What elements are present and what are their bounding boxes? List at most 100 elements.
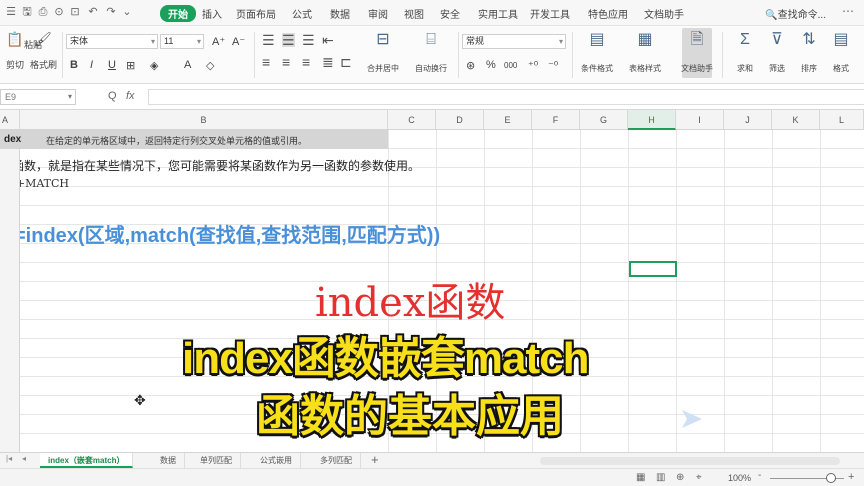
column-header[interactable]: B [20,110,388,130]
table-style-label: 表格样式 [629,64,661,73]
tab-page-layout[interactable]: 页面布局 [236,6,276,21]
format-painter-button[interactable]: 格式刷 [30,58,57,71]
move-cursor-icon: ✥ [134,392,146,408]
thousands-button[interactable]: 000 [504,61,517,70]
grow-font-icon[interactable]: A⁺ [212,35,225,48]
column-header[interactable]: J [724,110,772,130]
format-painter-icon[interactable]: 🖌 [34,32,52,46]
tab-doc-assistant[interactable]: 文档助手 [644,6,684,21]
format-button[interactable]: ▤ 格式 [826,30,856,74]
preview-icon[interactable]: ⊙ [52,5,66,19]
underline-button[interactable]: U [108,59,116,71]
percent-button[interactable]: % [486,59,496,71]
more-icon[interactable]: ⋯ [842,4,854,18]
merge-center-button[interactable]: ⊟ 合并居中 [367,30,399,74]
redo-icon[interactable]: ↷ [104,5,118,19]
sheet-tab-data[interactable]: 数据 [152,453,185,468]
align-left-indent-icon[interactable]: ⇤ [322,33,334,47]
italic-button[interactable]: I [90,59,93,71]
paste-icon[interactable]: 📋 [6,32,23,46]
font-size-select[interactable]: 11 ▾ [160,34,204,49]
sheet-tab-formula-nesting[interactable]: 公式嵌用 [252,453,301,468]
column-header[interactable]: F [532,110,580,130]
decimal-dec-icon[interactable]: ⁻⁰ [548,59,558,72]
cell-a3-text: EX+MATCH [20,177,70,190]
column-header[interactable]: D [436,110,484,130]
formula-input[interactable] [148,89,864,105]
tab-features[interactable]: 特色应用 [588,6,628,21]
tab-security[interactable]: 安全 [440,6,460,21]
align-top-icon[interactable]: ☰ [262,33,275,47]
table-style-button[interactable]: ▦ 表格样式 [629,30,661,74]
fx-icon[interactable]: fx [126,90,135,102]
column-header[interactable]: G [580,110,628,130]
column-header[interactable]: L [820,110,864,130]
doc-assistant-button[interactable]: 🗎 文档助手 [681,28,713,78]
column-header[interactable]: I [676,110,724,130]
command-search[interactable]: 🔍查找命令... [765,6,826,21]
conditional-format-button[interactable]: ▤ 条件格式 [581,30,613,74]
tab-data[interactable]: 数据 [330,6,350,21]
prev-sheet-icon[interactable]: ◂ [22,454,26,463]
align-left-icon[interactable]: ≡ [262,55,270,69]
selected-cell[interactable] [629,261,677,277]
fullscreen-icon[interactable]: ⌖ [696,472,702,483]
align-bottom-icon[interactable]: ☰ [302,33,315,47]
column-header-selected[interactable]: H [628,110,676,130]
justify-icon[interactable]: ≣ [322,55,334,69]
wrap-text-button[interactable]: ⌸ 自动换行 [415,30,447,74]
cell-a1[interactable]: dex [0,130,38,149]
column-header[interactable]: C [388,110,436,130]
align-middle-icon[interactable]: ☰ [282,33,295,47]
column-header-a[interactable]: A [2,115,8,125]
align-center-icon[interactable]: ≡ [282,55,290,69]
tab-home[interactable]: 开始 [160,5,196,22]
zoom-out-button[interactable]: - [758,470,761,481]
sheet-tab-single-match[interactable]: 单列匹配 [192,453,241,468]
tab-developer[interactable]: 开发工具 [530,6,570,21]
add-sheet-button[interactable]: + [371,453,379,467]
cell-grid[interactable]: 在给定的单元格区域中，返回特定行列交叉处单元格的值或引用。 套函数，就是指在某些… [20,130,864,452]
name-box[interactable]: E9 ▾ [0,89,76,105]
sheet-tab-index-match[interactable]: index（嵌套match） [40,453,134,468]
zoom-icon[interactable]: Q [108,90,117,102]
border-icon[interactable]: ⊞ [126,59,135,72]
tab-insert[interactable]: 插入 [202,6,222,21]
normal-view-icon[interactable]: ▦ [636,472,645,483]
zoom-in-button[interactable]: + [848,471,854,483]
tab-formula[interactable]: 公式 [292,6,312,21]
zoom-slider-handle[interactable] [826,473,836,483]
tab-review[interactable]: 审阅 [368,6,388,21]
page-break-icon[interactable]: ⊕ [676,472,684,483]
column-header[interactable]: E [484,110,532,130]
tab-view[interactable]: 视图 [404,6,424,21]
chevron-down-icon: ▾ [196,37,201,46]
clear-icon[interactable]: ◇ [206,59,214,72]
align-right-icon[interactable]: ≡ [302,55,310,69]
shrink-font-icon[interactable]: A⁻ [232,35,245,48]
page-layout-icon[interactable]: ▥ [656,472,665,483]
font-color-icon[interactable]: A [184,59,191,71]
number-format-select[interactable]: 常规 ▾ [462,34,566,49]
save-icon[interactable]: 🖫 [20,5,34,19]
search-label: 查找命令... [777,10,826,21]
fill-color-icon[interactable]: ◈ [150,59,158,72]
more-quick-access-icon[interactable]: ⌄ [120,5,134,19]
column-header[interactable]: K [772,110,820,130]
bold-button[interactable]: B [70,59,78,71]
currency-icon[interactable]: ⊛ [466,59,475,72]
gridline [820,130,821,452]
undo-icon[interactable]: ↶ [86,5,100,19]
first-sheet-icon[interactable]: |◂ [6,454,12,463]
cut-button[interactable]: 剪切 [6,58,24,71]
decimal-inc-icon[interactable]: ⁺⁰ [528,59,538,72]
menu-icon[interactable]: ☰ [4,5,18,19]
zoom-level[interactable]: 100% [728,473,751,483]
export-icon[interactable]: ⊡ [68,5,82,19]
font-name-select[interactable]: 宋体 ▾ [66,34,158,49]
horizontal-scrollbar[interactable] [540,457,840,465]
print-icon[interactable]: ⎙ [36,5,50,19]
sheet-tab-multi-match[interactable]: 多列匹配 [312,453,361,468]
distribute-icon[interactable]: ⊏ [340,55,352,69]
tab-tools[interactable]: 实用工具 [478,6,518,21]
